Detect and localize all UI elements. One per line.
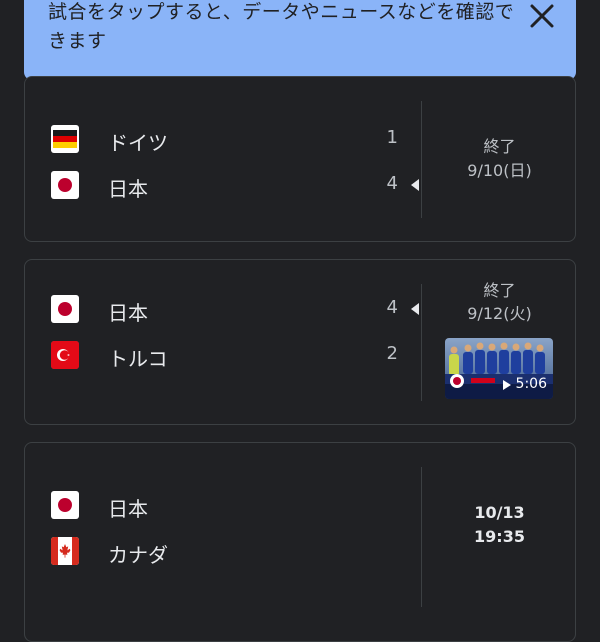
video-thumbnail[interactable]: 5:06 (445, 338, 553, 399)
match-date: 9/10(日) (467, 161, 532, 180)
close-icon[interactable] (524, 0, 560, 34)
match-card[interactable]: ドイツ 1 日本 4 終了 9/10(日) (24, 76, 576, 242)
team-row: 日本 (25, 489, 420, 523)
team-row: 日本 4 (25, 293, 420, 327)
germany-flag-icon (51, 125, 79, 153)
japan-flag-icon (51, 295, 79, 323)
match-date: 9/12(火) (467, 304, 532, 323)
team-name: トルコ (108, 347, 168, 371)
match-card[interactable]: 日本 4 トルコ 2 終了 9/12(火) 5:06 (24, 259, 576, 425)
canada-flag-icon (51, 537, 79, 565)
winner-indicator-icon (411, 303, 419, 315)
info-banner: 試合をタップすると、データやニュースなどを確認できます (24, 0, 576, 80)
match-date: 10/13 (474, 503, 525, 522)
match-status: 終了 (483, 281, 516, 300)
match-status: 終了 (483, 137, 516, 156)
team-score: 1 (386, 127, 398, 148)
team-score: 4 (386, 297, 398, 318)
match-card[interactable]: 日本 カナダ 10/13 19:35 (24, 442, 576, 642)
team-name: 日本 (108, 301, 148, 325)
team-name: 日本 (108, 177, 148, 201)
match-time: 19:35 (474, 527, 525, 546)
banner-text: 試合をタップすると、データやニュースなどを確認できます (48, 1, 515, 52)
video-duration: 5:06 (515, 376, 547, 392)
japan-flag-icon (51, 171, 79, 199)
team-row: カナダ (25, 535, 420, 569)
turkey-flag-icon (51, 341, 79, 369)
winner-indicator-icon (411, 179, 419, 191)
team-row: トルコ 2 (25, 339, 420, 373)
team-name: カナダ (108, 543, 168, 567)
team-score: 4 (386, 173, 398, 194)
team-row: ドイツ 1 (25, 123, 420, 157)
team-name: ドイツ (108, 131, 168, 155)
team-row: 日本 4 (25, 169, 420, 203)
team-score: 2 (386, 343, 398, 364)
team-name: 日本 (108, 497, 148, 521)
japan-flag-icon (51, 491, 79, 519)
